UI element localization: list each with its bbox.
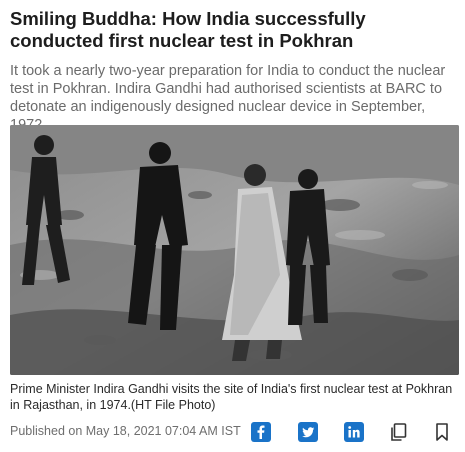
published-timestamp: Published on May 18, 2021 07:04 AM IST	[10, 424, 241, 438]
bookmark-icon[interactable]	[432, 422, 452, 442]
photo-caption: Prime Minister Indira Gandhi visits the …	[10, 382, 453, 412]
copy-icon[interactable]	[388, 422, 408, 442]
article-headline[interactable]: Smiling Buddha: How India successfully c…	[10, 8, 458, 52]
linkedin-icon[interactable]	[344, 422, 364, 442]
facebook-icon[interactable]	[251, 422, 271, 442]
twitter-icon[interactable]	[298, 422, 318, 442]
article-photo[interactable]	[10, 125, 459, 375]
article-footer: Published on May 18, 2021 07:04 AM IST	[10, 421, 460, 443]
article-summary: It took a nearly two-year preparation fo…	[10, 63, 446, 133]
